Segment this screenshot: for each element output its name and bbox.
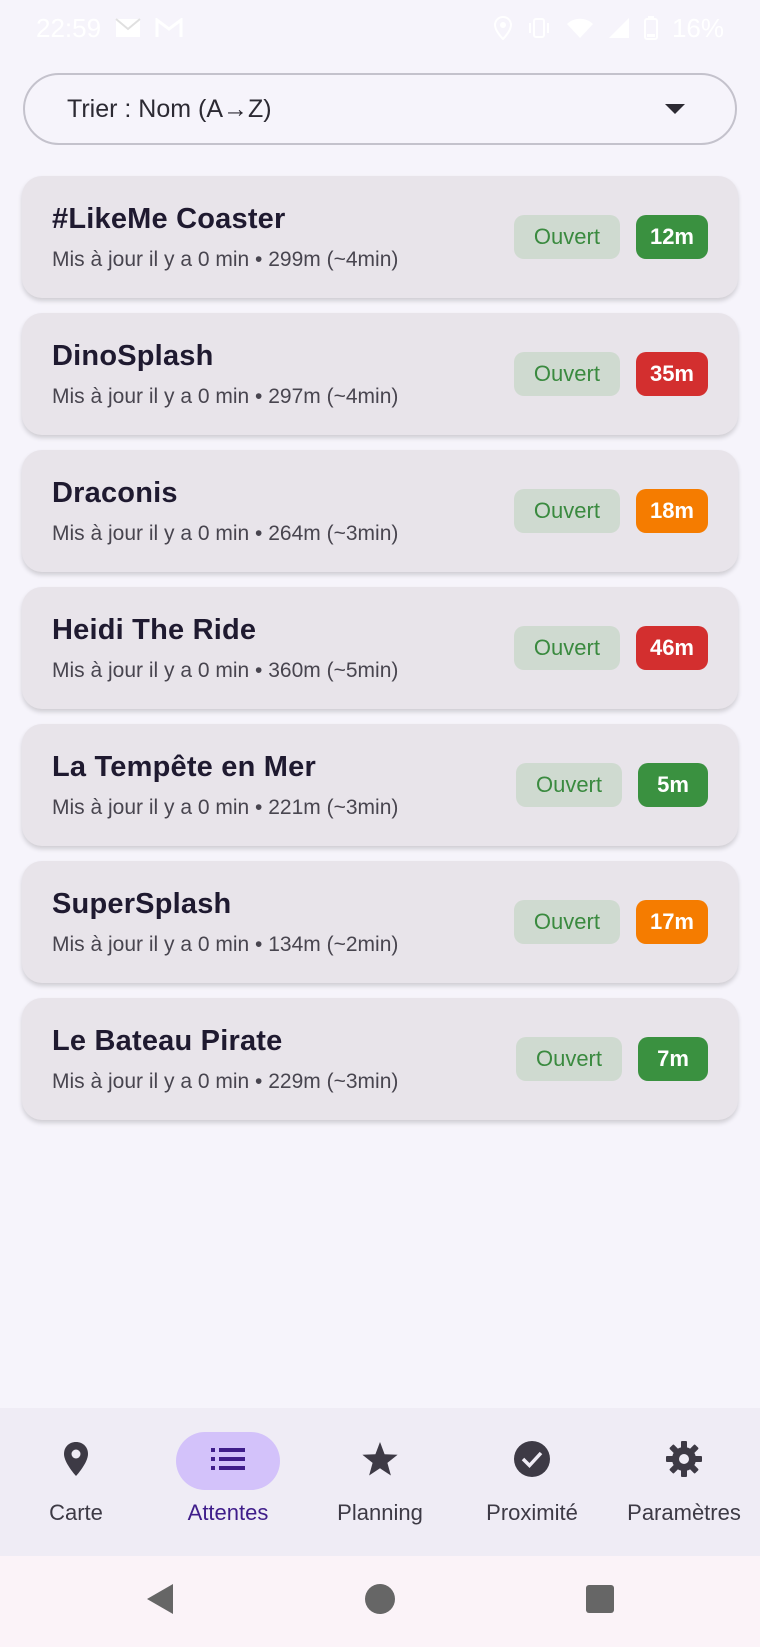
- sort-label: Trier : Nom (A→Z): [67, 94, 272, 123]
- ride-name: Le Bateau Pirate: [52, 1024, 283, 1057]
- nav-label: Carte: [49, 1500, 103, 1525]
- nav-label: Planning: [337, 1500, 423, 1525]
- nav-pill: [176, 1432, 280, 1490]
- wait-time-badge: 7m: [638, 1037, 708, 1081]
- nav-pill: [328, 1432, 432, 1490]
- ride-card[interactable]: Le Bateau Pirate Mis à jour il y a 0 min…: [22, 998, 738, 1120]
- ride-name: #LikeMe Coaster: [52, 202, 286, 235]
- back-button[interactable]: [50, 1583, 270, 1620]
- nav-item-proximite[interactable]: Proximité: [456, 1408, 608, 1526]
- wait-time-badge: 12m: [635, 215, 708, 259]
- status-time: 22:59: [36, 12, 102, 43]
- wait-time-badge: 17m: [635, 900, 708, 944]
- battery-level: 16%: [671, 12, 724, 43]
- wait-time-badge: 35m: [635, 352, 708, 396]
- status-badge: Ouvert: [515, 1037, 622, 1081]
- status-badge: Ouvert: [515, 763, 622, 807]
- nav-label: Attentes: [187, 1500, 269, 1525]
- wait-time-badge: 18m: [635, 489, 708, 533]
- ride-info: Le Bateau Pirate Mis à jour il y a 0 min…: [52, 1025, 398, 1094]
- ride-subtitle: Mis à jour il y a 0 min • 264m (~3min): [52, 521, 399, 545]
- map-pin-icon: [62, 1441, 90, 1482]
- nav-label: Proximité: [486, 1500, 578, 1525]
- nav-pill: [480, 1432, 584, 1490]
- mail-icon: [115, 18, 141, 38]
- status-badge: Ouvert: [513, 900, 620, 944]
- ride-info: Heidi The Ride Mis à jour il y a 0 min •…: [52, 614, 398, 683]
- nav-item-carte[interactable]: Carte: [0, 1408, 152, 1526]
- recents-icon: [585, 1584, 615, 1619]
- ride-subtitle: Mis à jour il y a 0 min • 360m (~5min): [52, 658, 399, 682]
- star-icon: [361, 1441, 399, 1482]
- home-icon: [364, 1583, 396, 1620]
- back-icon: [145, 1583, 175, 1620]
- bottom-navigation: Carte Attentes Planning Proximité Paramè…: [0, 1408, 760, 1556]
- ride-info: DinoSplash Mis à jour il y a 0 min • 297…: [52, 340, 398, 409]
- battery-icon: [643, 16, 658, 40]
- ride-card[interactable]: Heidi The Ride Mis à jour il y a 0 min •…: [22, 587, 738, 709]
- list-icon: [211, 1447, 245, 1475]
- ride-subtitle: Mis à jour il y a 0 min • 297m (~4min): [52, 384, 399, 408]
- sort-dropdown[interactable]: Trier : Nom (A→Z): [23, 73, 737, 145]
- system-navigation-bar: [0, 1556, 760, 1647]
- ride-subtitle: Mis à jour il y a 0 min • 229m (~3min): [52, 1069, 399, 1093]
- dropdown-caret-icon: [665, 104, 685, 114]
- recents-button[interactable]: [490, 1584, 710, 1619]
- ride-badges: Ouvert 46m: [513, 626, 708, 670]
- home-button[interactable]: [270, 1583, 490, 1620]
- ride-info: Draconis Mis à jour il y a 0 min • 264m …: [52, 477, 398, 546]
- nav-pill: [632, 1432, 736, 1490]
- ride-badges: Ouvert 12m: [513, 215, 708, 259]
- ride-card[interactable]: La Tempête en Mer Mis à jour il y a 0 mi…: [22, 724, 738, 846]
- wifi-icon: [566, 17, 594, 39]
- ride-info: #LikeMe Coaster Mis à jour il y a 0 min …: [52, 203, 398, 272]
- ride-badges: Ouvert 35m: [513, 352, 708, 396]
- ride-badges: Ouvert 17m: [513, 900, 708, 944]
- ride-badges: Ouvert 5m: [515, 763, 708, 807]
- status-badge: Ouvert: [513, 626, 620, 670]
- ride-name: DinoSplash: [52, 339, 214, 372]
- status-badge: Ouvert: [513, 352, 620, 396]
- nav-label: Paramètres: [627, 1500, 741, 1525]
- ride-badges: Ouvert 7m: [515, 1037, 708, 1081]
- status-bar: 22:59 16%: [0, 0, 760, 56]
- ride-card[interactable]: DinoSplash Mis à jour il y a 0 min • 297…: [22, 313, 738, 435]
- ride-subtitle: Mis à jour il y a 0 min • 134m (~2min): [52, 932, 399, 956]
- ride-card[interactable]: Draconis Mis à jour il y a 0 min • 264m …: [22, 450, 738, 572]
- nav-item-attentes[interactable]: Attentes: [152, 1408, 304, 1526]
- signal-icon: [608, 17, 630, 39]
- ride-name: Heidi The Ride: [52, 613, 257, 646]
- ride-list: #LikeMe Coaster Mis à jour il y a 0 min …: [22, 176, 738, 1135]
- wait-time-badge: 46m: [635, 626, 708, 670]
- nav-pill: [24, 1432, 128, 1490]
- vibrate-icon: [526, 17, 552, 39]
- gear-icon: [665, 1440, 703, 1483]
- nav-item-planning[interactable]: Planning: [304, 1408, 456, 1526]
- status-badge: Ouvert: [513, 215, 620, 259]
- ride-name: Draconis: [52, 476, 178, 509]
- location-icon: [493, 16, 512, 40]
- nav-item-parametres[interactable]: Paramètres: [608, 1408, 760, 1526]
- ride-info: SuperSplash Mis à jour il y a 0 min • 13…: [52, 888, 398, 957]
- ride-subtitle: Mis à jour il y a 0 min • 221m (~3min): [52, 795, 399, 819]
- wait-time-badge: 5m: [638, 763, 708, 807]
- ride-card[interactable]: #LikeMe Coaster Mis à jour il y a 0 min …: [22, 176, 738, 298]
- ride-name: SuperSplash: [52, 887, 232, 920]
- gmail-icon: [155, 18, 183, 38]
- ride-info: La Tempête en Mer Mis à jour il y a 0 mi…: [52, 751, 398, 820]
- ride-badges: Ouvert 18m: [513, 489, 708, 533]
- ride-card[interactable]: SuperSplash Mis à jour il y a 0 min • 13…: [22, 861, 738, 983]
- ride-subtitle: Mis à jour il y a 0 min • 299m (~4min): [52, 247, 399, 271]
- check-circle-icon: [513, 1440, 551, 1483]
- ride-name: La Tempête en Mer: [52, 750, 316, 783]
- status-badge: Ouvert: [513, 489, 620, 533]
